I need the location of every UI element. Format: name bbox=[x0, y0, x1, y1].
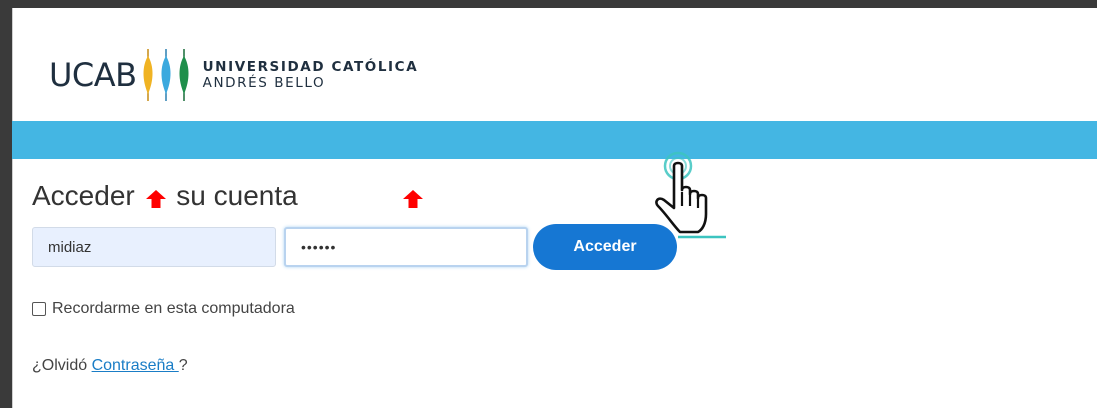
ucab-logo: UCAB UNIVERSIDAD CATÓLICA ANDRÉS BELLO bbox=[49, 45, 418, 105]
logo-short-name: UCAB bbox=[49, 56, 137, 94]
red-arrow-up-icon bbox=[403, 190, 423, 208]
hand-pointer-icon bbox=[655, 151, 726, 239]
forgot-password: ¿Olvidó Contraseña ? bbox=[32, 357, 188, 375]
forgot-password-link[interactable]: Contraseña bbox=[92, 357, 179, 374]
remember-me[interactable]: Recordarme en esta computadora bbox=[32, 300, 295, 318]
forgot-prefix: ¿Olvidó bbox=[32, 357, 92, 374]
red-arrow-up-icon bbox=[146, 190, 166, 208]
logo-drops-icon bbox=[143, 49, 189, 101]
forgot-suffix: ? bbox=[178, 357, 188, 374]
logo-name-line1: UNIVERSIDAD CATÓLICA bbox=[202, 59, 419, 75]
username-input[interactable] bbox=[32, 227, 276, 267]
remember-label: Recordarme en esta computadora bbox=[52, 300, 295, 317]
logo-university-name: UNIVERSIDAD CATÓLICA ANDRÉS BELLO bbox=[203, 59, 419, 91]
logo-name-line2: ANDRÉS BELLO bbox=[202, 75, 326, 91]
heading-part2: su cuenta bbox=[176, 180, 298, 211]
header-band bbox=[12, 121, 1097, 159]
heading-part1: Acceder bbox=[32, 180, 135, 211]
login-page: UCAB UNIVERSIDAD CATÓLICA ANDRÉS BELLO A… bbox=[12, 8, 1097, 408]
password-input[interactable] bbox=[284, 227, 528, 267]
remember-checkbox[interactable] bbox=[32, 302, 46, 316]
